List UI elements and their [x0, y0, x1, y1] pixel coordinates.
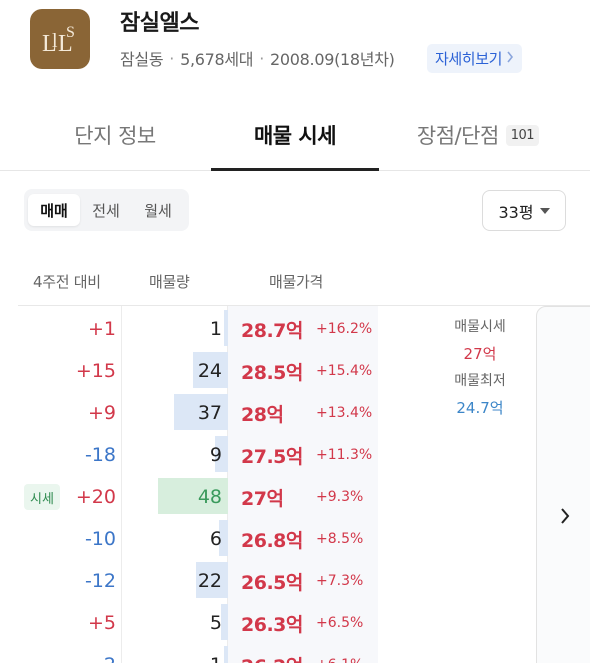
- price-value: 26.2억: [241, 644, 303, 663]
- tab-label: 매물 시세: [253, 124, 337, 148]
- complex-name: 잠실엘스: [120, 11, 199, 36]
- change-value: -10: [84, 528, 116, 550]
- complex-logo: L l L S: [30, 9, 90, 69]
- percent-value: +8.5%: [316, 531, 364, 547]
- segment-sale[interactable]: 매매: [28, 194, 80, 226]
- complex-built: 2008.09(18년차): [270, 50, 395, 69]
- sise-badge: 시세: [24, 484, 60, 510]
- quantity-value: 1: [210, 644, 222, 663]
- tab-pros-cons[interactable]: 장점/단점 101: [398, 100, 558, 170]
- percent-value: +6.1%: [316, 644, 363, 663]
- segment-jeonse[interactable]: 전세: [80, 194, 132, 226]
- change-value: +9: [87, 402, 116, 424]
- price-value: 28.5억: [241, 361, 303, 384]
- change-value: -18: [84, 444, 116, 466]
- quantity-value: 37: [197, 402, 222, 424]
- separator-dot: ·: [259, 48, 265, 68]
- table-row[interactable]: -12 22 26.5억 +7.3%: [0, 560, 380, 602]
- quantity-value: 9: [209, 444, 222, 466]
- sise-value: 27억: [463, 345, 497, 363]
- quantity-value: 1: [209, 318, 222, 340]
- size-value: 33평: [498, 202, 534, 222]
- percent-value: +7.3%: [316, 573, 364, 589]
- sise-label: 매물시세: [454, 319, 506, 335]
- change-value: -2: [97, 644, 116, 663]
- table-row[interactable]: +5 5 26.3억 +6.5%: [0, 602, 380, 644]
- change-value: -12: [84, 570, 116, 592]
- quantity-value: 5: [209, 612, 222, 634]
- price-value: 26.5억: [241, 571, 303, 594]
- logo-mark-icon: L l L S: [42, 24, 75, 57]
- change-value: +20: [75, 486, 116, 508]
- complex-households: 5,678세대: [180, 50, 254, 69]
- table-row[interactable]: -2 1 26.2억 +6.1%: [0, 644, 380, 663]
- quantity-value: 22: [197, 570, 222, 592]
- min-label: 매물최저: [454, 373, 506, 389]
- price-value: 26.8억: [241, 529, 303, 552]
- quantity-value: 6: [209, 528, 222, 550]
- header-price: 매물가격: [269, 273, 324, 291]
- caret-down-icon: [539, 207, 550, 214]
- percent-value: +11.3%: [316, 447, 373, 463]
- tab-bar: 단지 정보 매물 시세 장점/단점 101: [0, 100, 590, 171]
- table-row[interactable]: -18 9 27.5억 +11.3%: [0, 434, 380, 476]
- tab-listing-price[interactable]: 매물 시세: [211, 100, 379, 171]
- tab-label: 단지 정보: [74, 124, 156, 148]
- price-value: 28.7억: [241, 319, 303, 342]
- segment-monthly[interactable]: 월세: [132, 194, 184, 226]
- quantity-value: 24: [197, 360, 222, 382]
- quantity-bar: [221, 604, 228, 640]
- percent-value: +16.2%: [316, 321, 373, 337]
- table-row[interactable]: +9 37 28억 +13.4%: [0, 392, 380, 434]
- percent-value: +13.4%: [316, 405, 373, 421]
- table-row[interactable]: +1 1 28.7억 +16.2%: [0, 308, 380, 350]
- min-value: 24.7억: [456, 399, 504, 417]
- detail-label: 자세히보기: [435, 50, 503, 68]
- header-quantity: 매물량: [149, 273, 190, 291]
- percent-value: +15.4%: [316, 363, 373, 379]
- price-value: 27억: [241, 487, 284, 510]
- table-row[interactable]: -10 6 26.8억 +8.5%: [0, 518, 380, 560]
- table-row[interactable]: +15 24 28.5억 +15.4%: [0, 350, 380, 392]
- quantity-bar: [224, 310, 228, 346]
- chevron-right-icon: [506, 51, 514, 67]
- header-change: 4주전 대비: [33, 273, 101, 291]
- separator-dot: ·: [169, 48, 175, 68]
- change-value: +5: [87, 612, 116, 634]
- percent-value: +9.3%: [316, 489, 364, 505]
- tab-label: 장점/단점: [416, 124, 499, 148]
- price-value: 26.3억: [241, 613, 303, 636]
- detail-button[interactable]: 자세히보기: [427, 44, 523, 73]
- change-value: +1: [87, 318, 116, 340]
- next-panel[interactable]: [536, 306, 590, 663]
- count-badge: 101: [505, 124, 540, 146]
- table-row[interactable]: 시세 +20 48 27억 +9.3%: [0, 476, 380, 518]
- chevron-right-icon[interactable]: [555, 503, 575, 529]
- size-select[interactable]: 33평: [482, 190, 566, 231]
- percent-value: +6.5%: [316, 615, 364, 631]
- quantity-bar: [224, 646, 228, 663]
- change-value: +15: [75, 360, 116, 382]
- quantity-value: 48: [197, 486, 222, 508]
- price-value: 28억: [241, 403, 284, 426]
- complex-summary: 잠실동 · 5,678세대 · 2008.09(18년차): [120, 46, 395, 70]
- trade-type-segment: 매매 전세 월세: [24, 189, 189, 231]
- svg-text:S: S: [66, 24, 75, 41]
- complex-dong: 잠실동: [120, 50, 164, 69]
- tab-complex-info[interactable]: 단지 정보: [40, 100, 190, 170]
- price-value: 27.5억: [241, 445, 303, 468]
